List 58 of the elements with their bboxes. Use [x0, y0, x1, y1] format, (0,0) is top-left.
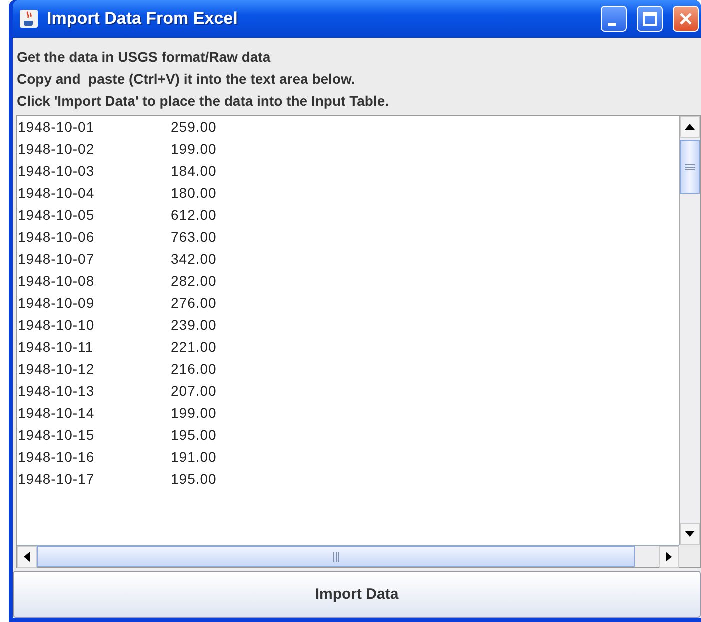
scroll-down-button[interactable]	[680, 523, 700, 545]
import-data-button[interactable]: Import Data	[13, 571, 701, 618]
date-text: 1948-10-10	[18, 317, 96, 333]
value-text: 180.00	[171, 185, 217, 201]
window-title: Import Data From Excel	[47, 9, 239, 29]
grip-icon	[332, 552, 340, 562]
date-text: 1948-10-16	[18, 449, 96, 465]
value-text: 199.00	[171, 141, 217, 157]
scroll-right-button[interactable]	[659, 546, 679, 568]
value-text: 191.00	[171, 449, 217, 465]
right-arrow-icon	[665, 552, 673, 562]
scroll-thumb[interactable]	[680, 140, 700, 194]
date-text: 1948-10-06	[18, 229, 96, 245]
date-text: 1948-10-15	[18, 427, 96, 443]
value-text: 216.00	[171, 361, 217, 377]
maximize-button[interactable]	[637, 6, 663, 32]
close-icon	[679, 12, 693, 26]
maximize-icon	[643, 12, 657, 26]
date-text: 1948-10-02	[18, 141, 96, 157]
up-arrow-icon	[685, 123, 695, 131]
value-text: 221.00	[171, 339, 217, 355]
vertical-scrollbar[interactable]	[679, 116, 700, 545]
value-text: 259.00	[171, 119, 217, 135]
value-text: 195.00	[171, 471, 217, 487]
date-text: 1948-10-01	[18, 119, 96, 135]
down-arrow-icon	[685, 530, 695, 538]
minimize-icon	[608, 22, 616, 26]
instruction-text: Click 'Import Data' to place the data into the Input Table.	[16, 92, 390, 111]
value-text: 763.00	[171, 229, 217, 245]
date-text: 1948-10-12	[18, 361, 96, 377]
value-text: 342.00	[171, 251, 217, 267]
value-text: 612.00	[171, 207, 217, 223]
date-text: 1948-10-04	[18, 185, 96, 201]
date-text: 1948-10-11	[18, 339, 95, 355]
close-button[interactable]	[673, 6, 699, 32]
date-text: 1948-10-13	[18, 383, 96, 399]
date-text: 1948-10-17	[18, 471, 96, 487]
date-text: 1948-10-08	[18, 273, 96, 289]
date-text: 1948-10-14	[18, 405, 96, 421]
scroll-left-button[interactable]	[17, 546, 37, 568]
scroll-up-button[interactable]	[680, 116, 700, 138]
left-arrow-icon	[23, 552, 31, 562]
instruction-text: Copy and paste (Ctrl+V) it into the text area below.	[16, 70, 356, 89]
value-text: 276.00	[171, 295, 217, 311]
value-text: 199.00	[171, 405, 217, 421]
date-text: 1948-10-07	[18, 251, 96, 267]
value-text: 184.00	[171, 163, 217, 179]
value-text: 239.00	[171, 317, 217, 333]
value-text: 207.00	[171, 383, 217, 399]
date-text: 1948-10-03	[18, 163, 96, 179]
date-text: 1948-10-05	[18, 207, 96, 223]
value-text: 195.00	[171, 427, 217, 443]
minimize-button[interactable]	[601, 6, 627, 32]
instruction-text: Get the data in USGS format/Raw data	[16, 48, 272, 67]
grip-icon	[685, 164, 695, 170]
value-text: 282.00	[171, 273, 217, 289]
date-text: 1948-10-09	[18, 295, 96, 311]
coffee-cup-icon	[19, 9, 39, 29]
